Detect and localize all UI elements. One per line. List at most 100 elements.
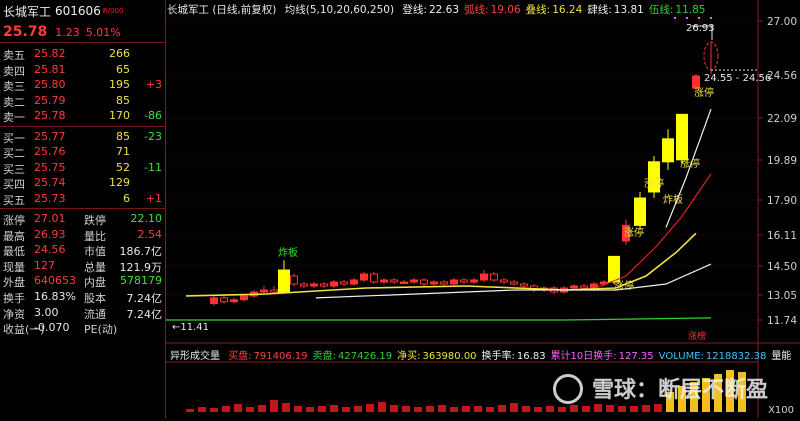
- volume-bar[interactable]: [582, 406, 590, 412]
- volume-bar[interactable]: [402, 406, 410, 412]
- bid-row[interactable]: 买五 25.73 6 +1: [0, 191, 165, 207]
- volume-bar[interactable]: [318, 406, 326, 412]
- volume-title[interactable]: 异形成交量: [170, 351, 220, 362]
- candle[interactable]: [420, 279, 428, 285]
- bid-row[interactable]: 买三 25.75 52 -11: [0, 160, 165, 176]
- candle[interactable]: [278, 269, 290, 293]
- candle[interactable]: [500, 279, 508, 283]
- ask-row[interactable]: 卖一 25.78 170 -86: [0, 108, 165, 124]
- volume-bar[interactable]: [618, 406, 626, 412]
- volume-bar[interactable]: [366, 404, 374, 412]
- stock-name[interactable]: 长城军工: [3, 3, 51, 20]
- volume-bar[interactable]: [246, 407, 254, 412]
- candle[interactable]: [270, 289, 278, 293]
- volume-bar[interactable]: [270, 400, 278, 412]
- candle[interactable]: [210, 297, 218, 305]
- candle[interactable]: [320, 283, 328, 287]
- candle[interactable]: [380, 279, 388, 283]
- volume-bar[interactable]: [414, 407, 422, 412]
- volume-bar[interactable]: [450, 407, 458, 412]
- stat-value: 27.01: [34, 212, 66, 225]
- candle[interactable]: [430, 281, 438, 285]
- candle[interactable]: [580, 285, 588, 289]
- ask-row[interactable]: 卖四 25.81 65: [0, 62, 165, 78]
- volume-bar[interactable]: [330, 405, 338, 412]
- volume-bar[interactable]: [474, 406, 482, 412]
- volume-bar[interactable]: [546, 406, 554, 412]
- candle[interactable]: [608, 255, 620, 283]
- candle[interactable]: [460, 279, 468, 283]
- candle[interactable]: [260, 289, 268, 293]
- candle[interactable]: [310, 283, 318, 287]
- volume-bar[interactable]: [498, 405, 506, 412]
- candle[interactable]: [350, 279, 358, 285]
- candle[interactable]: [634, 197, 646, 226]
- candle[interactable]: [360, 273, 368, 281]
- stat-value: 2.54: [137, 227, 163, 241]
- bid-row[interactable]: 买一 25.77 85 -23: [0, 129, 165, 145]
- candle[interactable]: [692, 75, 700, 89]
- watermark: 雪球：断层不断盈: [556, 372, 768, 404]
- candle[interactable]: [330, 281, 338, 287]
- volume-bar[interactable]: [390, 405, 398, 412]
- volume-bar[interactable]: [294, 406, 302, 412]
- candle[interactable]: [450, 279, 458, 285]
- candle[interactable]: [570, 285, 578, 289]
- volume-bar[interactable]: [222, 406, 230, 412]
- volume-bar[interactable]: [186, 409, 194, 412]
- volume-bar[interactable]: [594, 404, 602, 412]
- candle[interactable]: [490, 273, 498, 281]
- volume-bar[interactable]: [630, 406, 638, 412]
- volume-bar[interactable]: [342, 407, 350, 412]
- volume-bar[interactable]: [462, 406, 470, 412]
- candle[interactable]: [470, 279, 478, 283]
- volume-bar[interactable]: [558, 407, 566, 412]
- candle[interactable]: [220, 297, 228, 303]
- candle[interactable]: [300, 283, 308, 287]
- candle[interactable]: [230, 299, 238, 303]
- volume-bar[interactable]: [570, 405, 578, 412]
- volume-bar[interactable]: [534, 407, 542, 412]
- volume-bar[interactable]: [282, 403, 290, 412]
- candle[interactable]: [390, 279, 398, 283]
- volume-bar[interactable]: [378, 402, 386, 412]
- volume-bar[interactable]: [354, 406, 362, 412]
- bid-row[interactable]: 买二 25.76 71: [0, 144, 165, 160]
- ma-params[interactable]: 均线(5,10,20,60,250): [285, 4, 394, 16]
- volume-bar[interactable]: [486, 407, 494, 412]
- candle[interactable]: [676, 113, 688, 161]
- price-change: 1.23: [55, 25, 80, 39]
- volume-bar[interactable]: [306, 407, 314, 412]
- price-axis-label: 22.09: [767, 113, 797, 125]
- volume-bar[interactable]: [522, 406, 530, 412]
- ask-row[interactable]: 卖三 25.80 195 +3: [0, 77, 165, 93]
- volume-bar[interactable]: [642, 405, 650, 412]
- volume-bar[interactable]: [438, 405, 446, 412]
- vol-value: 791406.19: [253, 351, 308, 362]
- stock-code[interactable]: 601606: [55, 4, 101, 18]
- ask-row[interactable]: 卖二 25.79 85: [0, 93, 165, 109]
- volume-bar[interactable]: [510, 403, 518, 412]
- candle[interactable]: [440, 281, 448, 285]
- volume-bar[interactable]: [654, 404, 662, 412]
- candle[interactable]: [520, 283, 528, 287]
- candle[interactable]: [510, 281, 518, 285]
- candle[interactable]: [410, 279, 418, 283]
- candle[interactable]: [370, 273, 378, 283]
- bid-row[interactable]: 买四 25.74 129: [0, 175, 165, 191]
- candle[interactable]: [662, 138, 674, 163]
- volume-bar[interactable]: [258, 405, 266, 412]
- vol-label: 累计10日换手:: [550, 351, 617, 362]
- volume-bar[interactable]: [606, 405, 614, 412]
- ask-row[interactable]: 卖五 25.82 266: [0, 46, 165, 62]
- candle[interactable]: [400, 281, 408, 284]
- candle[interactable]: [240, 295, 248, 301]
- candle[interactable]: [480, 273, 488, 281]
- volume-bar[interactable]: [210, 408, 218, 412]
- volume-bar[interactable]: [426, 406, 434, 412]
- volume-bar[interactable]: [198, 407, 206, 412]
- volume-bar[interactable]: [234, 404, 242, 412]
- candle[interactable]: [290, 275, 298, 285]
- stat-value: 22.10: [130, 212, 163, 225]
- candle[interactable]: [340, 281, 348, 285]
